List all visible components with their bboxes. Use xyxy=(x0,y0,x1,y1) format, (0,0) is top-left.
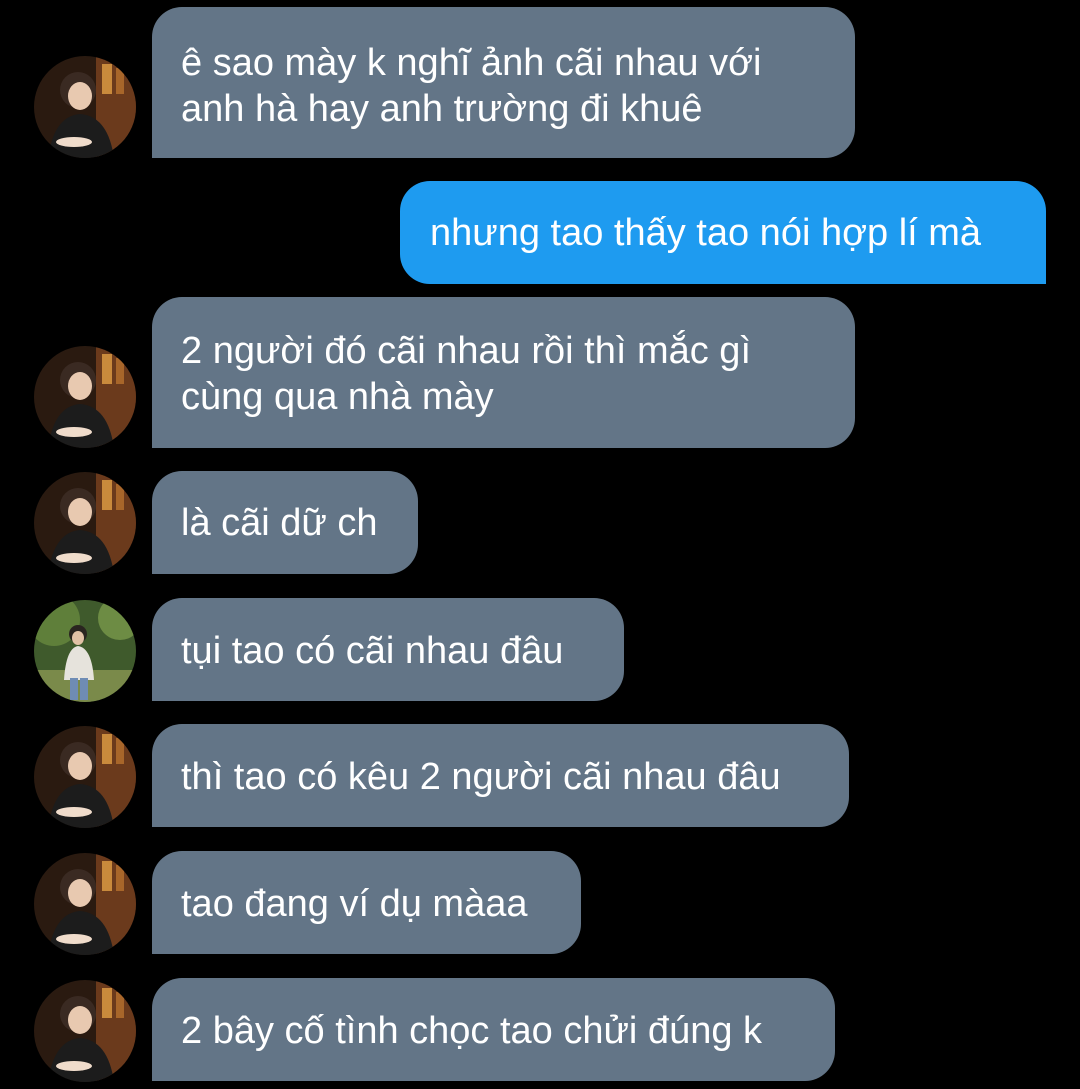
sender-avatar-dark-portrait[interactable] xyxy=(34,980,136,1082)
message-row: nhưng tao thấy tao nói hợp lí mà xyxy=(0,181,1080,284)
message-bubble-incoming[interactable]: tao đang ví dụ màaa xyxy=(152,851,581,954)
message-text-line: anh hà hay anh trường đi khuê xyxy=(181,88,703,130)
sender-avatar-dark-portrait[interactable] xyxy=(34,472,136,574)
chat-thread: ê sao mày k nghĩ ảnh cãi nhau với anh hà… xyxy=(0,0,1080,1089)
message-text-line: nhưng tao thấy tao nói hợp lí mà xyxy=(430,212,982,254)
sender-avatar-dark-portrait[interactable] xyxy=(34,853,136,955)
message-row: 2 người đó cãi nhau rồi thì mắc gì cùng … xyxy=(0,297,1080,448)
message-text-line: cùng qua nhà mày xyxy=(181,376,494,418)
message-bubble-incoming[interactable]: là cãi dữ ch xyxy=(152,471,418,574)
message-text-line: thì tao có kêu 2 người cãi nhau đâu xyxy=(181,756,781,798)
message-bubble-outgoing[interactable]: nhưng tao thấy tao nói hợp lí mà xyxy=(400,181,1046,284)
sender-avatar-outdoor-portrait[interactable] xyxy=(34,600,136,702)
message-row: tao đang ví dụ màaa xyxy=(0,851,1080,955)
message-text-line: tao đang ví dụ màaa xyxy=(181,883,528,925)
message-text-line: 2 người đó cãi nhau rồi thì mắc gì xyxy=(181,330,751,372)
sender-avatar-dark-portrait[interactable] xyxy=(34,726,136,828)
message-text-line: là cãi dữ ch xyxy=(181,502,378,544)
message-bubble-incoming[interactable]: tụi tao có cãi nhau đâu xyxy=(152,598,624,701)
sender-avatar-dark-portrait[interactable] xyxy=(34,56,136,158)
sender-avatar-dark-portrait[interactable] xyxy=(34,346,136,448)
message-row: tụi tao có cãi nhau đâu xyxy=(0,598,1080,702)
message-text-line: ê sao mày k nghĩ ảnh cãi nhau với xyxy=(181,42,762,84)
message-bubble-incoming[interactable]: 2 người đó cãi nhau rồi thì mắc gì cùng … xyxy=(152,297,855,448)
message-text-line: 2 bây cố tình chọc tao chửi đúng k xyxy=(181,1010,763,1052)
message-bubble-incoming[interactable]: 2 bây cố tình chọc tao chửi đúng k xyxy=(152,978,835,1081)
message-row: là cãi dữ ch xyxy=(0,471,1080,574)
message-text-line: tụi tao có cãi nhau đâu xyxy=(181,630,564,672)
message-row: 2 bây cố tình chọc tao chửi đúng k xyxy=(0,978,1080,1082)
message-bubble-incoming[interactable]: ê sao mày k nghĩ ảnh cãi nhau với anh hà… xyxy=(152,7,855,158)
message-row: ê sao mày k nghĩ ảnh cãi nhau với anh hà… xyxy=(0,7,1080,158)
message-bubble-incoming[interactable]: thì tao có kêu 2 người cãi nhau đâu xyxy=(152,724,849,827)
message-row: thì tao có kêu 2 người cãi nhau đâu xyxy=(0,724,1080,828)
